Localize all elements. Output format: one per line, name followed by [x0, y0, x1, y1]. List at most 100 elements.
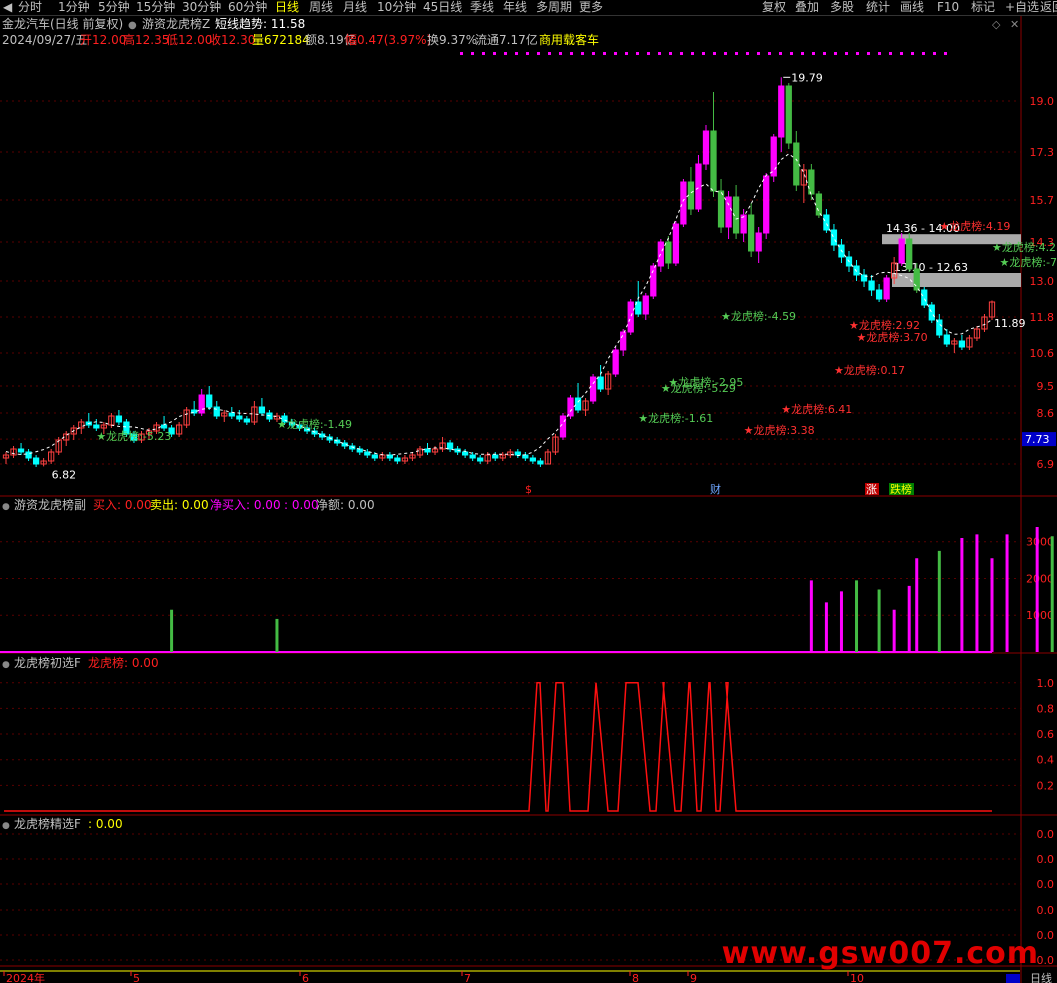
candle-body-56[interactable]	[424, 448, 431, 453]
period-tab-2[interactable]: 5分钟	[98, 0, 130, 15]
toolbar-button-0[interactable]: 复权	[762, 0, 786, 15]
candle-body-87[interactable]	[657, 241, 664, 267]
stock-chart[interactable]: 金龙汽车(日线 前复权) ● 游资龙虎榜Z 短线趋势: 11.58 2024/09/27…	[0, 16, 1057, 983]
candle-body-115[interactable]	[868, 280, 875, 291]
candle-body-2[interactable]	[17, 448, 25, 453]
candle-body-52[interactable]	[394, 457, 401, 462]
period-tab-7[interactable]: 周线	[309, 0, 333, 15]
candle-body-27[interactable]	[206, 394, 213, 408]
candle-body-122[interactable]	[921, 289, 928, 306]
candle-body-120[interactable]	[906, 238, 913, 270]
toolbar-button-1[interactable]: 叠加	[795, 0, 819, 15]
candle-body-71[interactable]	[537, 460, 544, 465]
candle-body-94[interactable]	[710, 130, 717, 192]
scroll-thumb[interactable]	[1006, 974, 1020, 983]
toolbar-button-2[interactable]: 多股	[830, 0, 854, 15]
toolbar-button-7[interactable]: +自选	[1005, 0, 1039, 15]
candle-body-107[interactable]	[808, 169, 815, 195]
candle-body-12[interactable]	[93, 424, 100, 429]
top-dot-24	[724, 52, 727, 55]
candle-body-104[interactable]	[785, 85, 792, 144]
candle-body-103[interactable]	[778, 85, 785, 138]
candle-body-116[interactable]	[875, 289, 883, 300]
candle-body-63[interactable]	[477, 457, 484, 462]
last-price-label: 11.89	[994, 317, 1026, 330]
candle-body-69[interactable]	[522, 454, 529, 459]
candle-body-110[interactable]	[830, 229, 838, 246]
candle-body-4[interactable]	[32, 457, 40, 465]
toolbar-button-3[interactable]: 统计	[866, 0, 890, 15]
candle-body-78[interactable]	[589, 376, 597, 402]
period-tab-9[interactable]: 10分钟	[377, 0, 416, 15]
candle-body-83[interactable]	[627, 301, 634, 333]
toolbar-button-6[interactable]: 标记	[971, 0, 995, 15]
candle-body-105[interactable]	[793, 142, 800, 186]
sub3-icon: ●	[2, 821, 10, 831]
candle-body-76[interactable]	[574, 397, 582, 411]
candle-body-121[interactable]	[913, 268, 920, 291]
candle-body-101[interactable]	[763, 175, 770, 234]
candle-body-93[interactable]	[702, 130, 710, 165]
period-tab-4[interactable]: 30分钟	[182, 0, 221, 15]
candle-body-89[interactable]	[672, 223, 680, 264]
candle-body-28[interactable]	[213, 406, 220, 417]
period-tab-14[interactable]: 更多	[579, 0, 603, 15]
scroll-left-icon[interactable]: ◀	[3, 0, 12, 15]
candle-body-109[interactable]	[823, 214, 830, 231]
candle-body-117[interactable]	[883, 277, 890, 300]
candle-body-125[interactable]	[943, 334, 950, 345]
candle-body-127[interactable]	[958, 340, 966, 348]
period-tab-8[interactable]: 月线	[343, 0, 367, 15]
candle-body-68[interactable]	[514, 451, 521, 456]
candle-body-61[interactable]	[461, 451, 469, 456]
toolbar-button-5[interactable]: F10	[937, 0, 959, 15]
candle-body-26[interactable]	[198, 394, 205, 414]
candle-body-92[interactable]	[695, 163, 702, 210]
period-tab-12[interactable]: 年线	[503, 0, 527, 15]
top-dot-37	[867, 52, 870, 55]
candle-body-96[interactable]	[725, 196, 732, 228]
candle-body-59[interactable]	[446, 442, 454, 450]
candle-body-81[interactable]	[612, 349, 619, 375]
candle-body-48[interactable]	[364, 451, 371, 456]
candle-body-82[interactable]	[620, 331, 627, 351]
lhb-red-label-5: ★龙虎榜:0.17	[834, 363, 905, 377]
candle-body-99[interactable]	[748, 214, 755, 252]
candle-body-79[interactable]	[597, 376, 604, 390]
period-tab-10[interactable]: 45日线	[423, 0, 462, 15]
period-tab-11[interactable]: 季线	[470, 0, 494, 15]
candle-body-119[interactable]	[898, 238, 905, 264]
candle-body-90[interactable]	[680, 181, 687, 225]
candle-body-31[interactable]	[236, 415, 243, 420]
top-dot-20	[680, 52, 683, 55]
candle-body-102[interactable]	[770, 136, 777, 177]
period-tab-1[interactable]: 1分钟	[58, 0, 90, 15]
candle-body-62[interactable]	[469, 454, 476, 459]
candle-body-32[interactable]	[243, 418, 250, 423]
period-tab-3[interactable]: 15分钟	[136, 0, 175, 15]
candle-body-21[interactable]	[160, 424, 168, 429]
candle-body-100[interactable]	[755, 232, 762, 252]
candle-body-108[interactable]	[815, 193, 823, 216]
candle-body-123[interactable]	[928, 304, 935, 321]
period-tab-5[interactable]: 60分钟	[228, 0, 267, 15]
candle-body-74[interactable]	[559, 415, 567, 438]
candle-body-88[interactable]	[665, 241, 672, 264]
toolbar-button-4[interactable]: 画线	[900, 0, 924, 15]
candle-body-34[interactable]	[258, 406, 266, 414]
candle-body-15[interactable]	[115, 415, 123, 423]
candle-body-30[interactable]	[228, 412, 235, 417]
toolbar-button-8[interactable]: 返回	[1040, 0, 1057, 15]
candle-body-75[interactable]	[567, 397, 574, 417]
x-axis-period: 日线	[1030, 971, 1052, 983]
period-tab-0[interactable]: 分时	[18, 0, 42, 15]
candle-body-70[interactable]	[529, 457, 537, 462]
candle-body-85[interactable]	[642, 295, 649, 315]
period-tab-13[interactable]: 多周期	[536, 0, 572, 15]
candle-body-65[interactable]	[492, 454, 499, 459]
candle-body-91[interactable]	[687, 181, 695, 210]
candle-body-124[interactable]	[936, 319, 943, 336]
period-tab-6[interactable]: 日线	[275, 0, 299, 15]
candle-body-95[interactable]	[717, 190, 725, 228]
candle-body-49[interactable]	[371, 454, 378, 459]
